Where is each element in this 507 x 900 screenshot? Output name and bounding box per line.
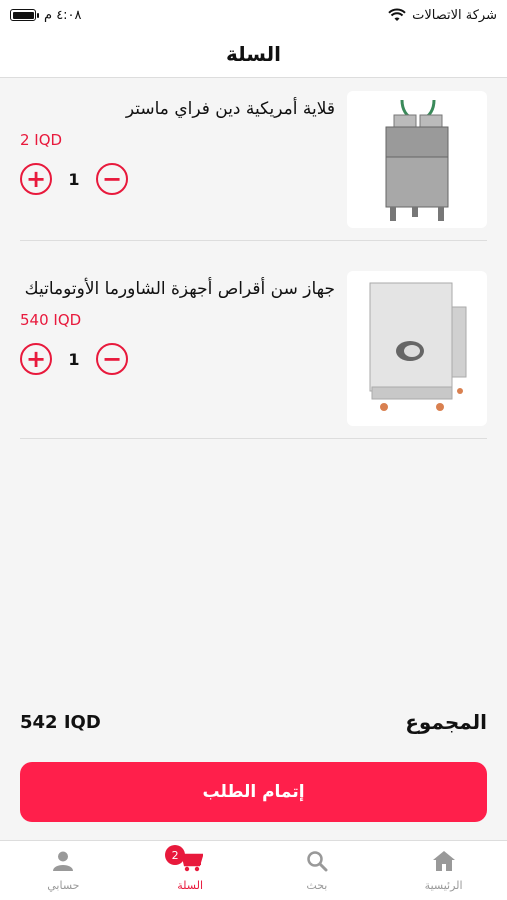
cart-icon: 2 bbox=[165, 845, 204, 873]
item-info: قلاية أمريكية دين فراي ماستر 2 IQD + 1 − bbox=[20, 91, 347, 228]
user-icon bbox=[52, 849, 74, 873]
home-icon bbox=[432, 849, 456, 873]
product-image[interactable] bbox=[347, 271, 487, 426]
quantity-stepper: + 1 − bbox=[20, 343, 128, 375]
total-row: 542 IQD المجموع bbox=[20, 705, 487, 739]
status-right: شركة الاتصالات bbox=[388, 8, 497, 23]
item-name: جهاز سن أقراص أجهزة الشاورما الأوتوماتيك bbox=[24, 279, 335, 299]
status-bar: ٤:٠٨ م شركة الاتصالات bbox=[0, 0, 507, 30]
cart-item[interactable]: جهاز سن أقراص أجهزة الشاورما الأوتوماتيك… bbox=[20, 241, 487, 439]
clock: ٤:٠٨ م bbox=[44, 7, 82, 23]
item-price: 540 IQD bbox=[20, 311, 82, 329]
quantity-value: 1 bbox=[68, 349, 80, 369]
tab-bar: حسابي 2 السلة بحث الرئيسية bbox=[0, 840, 507, 900]
checkout-button[interactable]: إتمام الطلب bbox=[20, 762, 487, 822]
page-header: السلة bbox=[0, 30, 507, 78]
page-title: السلة bbox=[225, 41, 281, 66]
tab-search[interactable]: بحث bbox=[254, 841, 381, 900]
tab-label: بحث bbox=[306, 879, 328, 892]
minus-button[interactable]: − bbox=[96, 343, 128, 375]
cart-badge: 2 bbox=[165, 845, 186, 865]
minus-button[interactable]: − bbox=[96, 163, 128, 195]
cart-item[interactable]: قلاية أمريكية دين فراي ماستر 2 IQD + 1 − bbox=[20, 79, 487, 241]
item-name: قلاية أمريكية دين فراي ماستر bbox=[125, 99, 335, 119]
fryer-image bbox=[385, 99, 449, 221]
battery-icon bbox=[10, 9, 39, 21]
carrier-name: شركة الاتصالات bbox=[412, 7, 497, 23]
quantity-value: 1 bbox=[68, 169, 80, 189]
item-price: 2 IQD bbox=[20, 131, 63, 149]
plus-button[interactable]: + bbox=[20, 343, 52, 375]
shawarma-machine-image bbox=[369, 282, 467, 411]
search-icon bbox=[306, 849, 328, 873]
status-left: ٤:٠٨ م bbox=[10, 8, 82, 23]
cart-list: قلاية أمريكية دين فراي ماستر 2 IQD + 1 − bbox=[0, 79, 507, 439]
tab-label: الرئيسية bbox=[424, 879, 463, 892]
tab-home[interactable]: الرئيسية bbox=[380, 841, 507, 900]
tab-cart[interactable]: 2 السلة bbox=[127, 841, 254, 900]
tab-label: السلة bbox=[177, 879, 203, 892]
tab-label: حسابي bbox=[47, 879, 80, 892]
quantity-stepper: + 1 − bbox=[20, 163, 128, 195]
plus-button[interactable]: + bbox=[20, 163, 52, 195]
wifi-icon bbox=[388, 8, 406, 21]
product-image[interactable] bbox=[347, 91, 487, 228]
tab-account[interactable]: حسابي bbox=[0, 841, 127, 900]
total-label: المجموع bbox=[405, 710, 487, 734]
item-info: جهاز سن أقراص أجهزة الشاورما الأوتوماتيك… bbox=[20, 271, 347, 426]
total-value: 542 IQD bbox=[20, 711, 101, 733]
